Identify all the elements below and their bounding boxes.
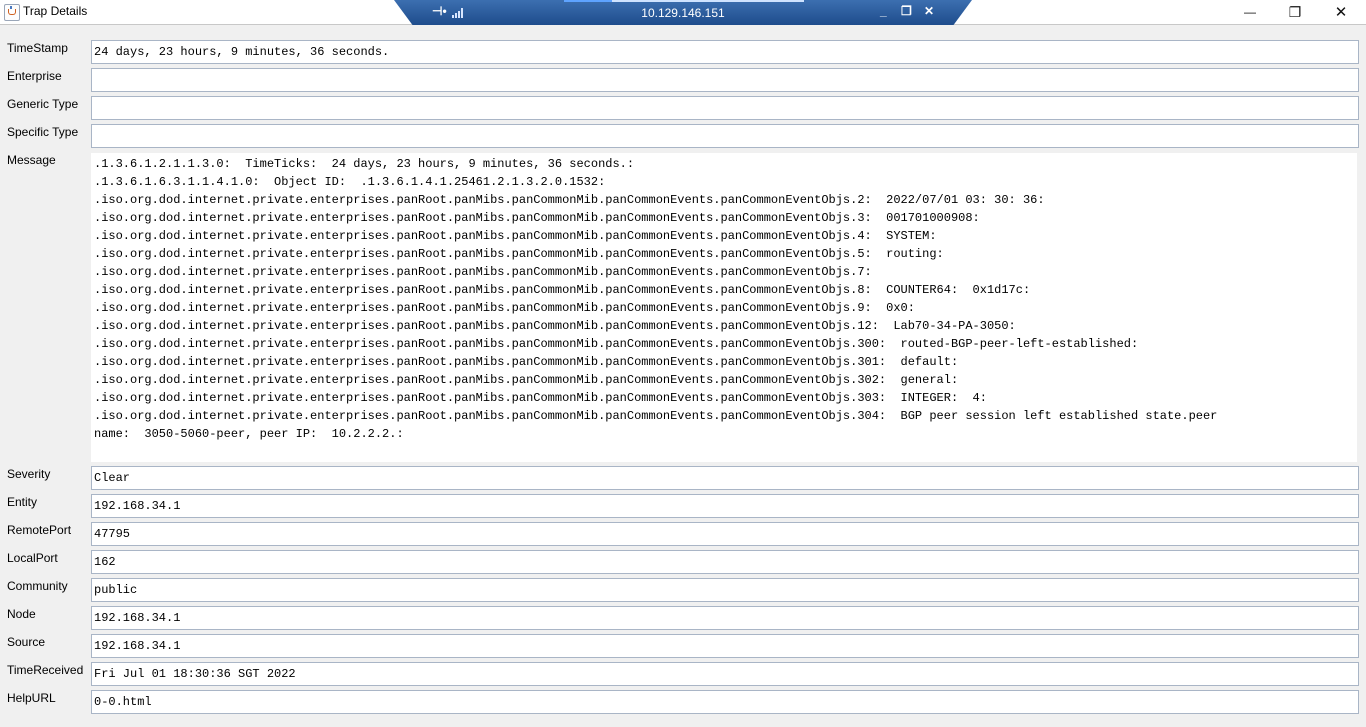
remote-port-field[interactable]: 47795	[91, 522, 1359, 546]
remote-connection-bar: ⊣• 10.129.146.151 _ ❐ ✕	[394, 0, 972, 25]
node-field[interactable]: 192.168.34.1	[91, 606, 1359, 630]
message-label: Message	[7, 153, 56, 167]
message-line: .1.3.6.1.6.3.1.1.4.1.0: Object ID: .1.3.…	[94, 175, 606, 189]
help-url-label: HelpURL	[7, 691, 56, 705]
community-label: Community	[7, 579, 68, 593]
time-received-field[interactable]: Fri Jul 01 18:30:36 SGT 2022	[91, 662, 1359, 686]
generic-type-field[interactable]	[91, 96, 1359, 120]
message-line: .iso.org.dod.internet.private.enterprise…	[94, 283, 1031, 297]
message-line: .iso.org.dod.internet.private.enterprise…	[94, 337, 1139, 351]
message-textarea[interactable]: .1.3.6.1.2.1.1.3.0: TimeTicks: 24 days, …	[91, 153, 1357, 462]
java-icon	[4, 4, 20, 21]
severity-field[interactable]: Clear	[91, 466, 1359, 490]
close-icon: ✕	[1334, 4, 1348, 21]
source-field[interactable]: 192.168.34.1	[91, 634, 1359, 658]
message-line: .iso.org.dod.internet.private.enterprise…	[94, 301, 915, 315]
timestamp-label: TimeStamp	[7, 41, 68, 55]
enterprise-field[interactable]	[91, 68, 1359, 92]
message-line: name: 3050-5060-peer, peer IP: 10.2.2.2.…	[94, 427, 404, 441]
message-line: .iso.org.dod.internet.private.enterprise…	[94, 319, 1016, 333]
minimize-icon: —	[1244, 5, 1256, 19]
entity-label: Entity	[7, 495, 38, 509]
close-button[interactable]: ✕	[1318, 0, 1364, 24]
help-url-field[interactable]: 0-0.html	[91, 690, 1359, 714]
local-port-label: LocalPort	[7, 551, 58, 565]
specific-type-field[interactable]	[91, 124, 1359, 148]
message-line: .iso.org.dod.internet.private.enterprise…	[94, 211, 980, 225]
severity-label: Severity	[7, 467, 51, 481]
node-label: Node	[7, 607, 36, 621]
generic-type-label: Generic Type	[7, 97, 79, 111]
message-line: .iso.org.dod.internet.private.enterprise…	[94, 193, 1045, 207]
message-line: .iso.org.dod.internet.private.enterprise…	[94, 391, 987, 405]
remote-minimize-icon[interactable]: _	[880, 4, 887, 18]
remote-close-icon[interactable]: ✕	[924, 4, 934, 18]
message-line: .iso.org.dod.internet.private.enterprise…	[94, 247, 944, 261]
enterprise-label: Enterprise	[7, 69, 62, 83]
window-title: Trap Details	[23, 4, 88, 18]
message-line: .iso.org.dod.internet.private.enterprise…	[94, 265, 872, 279]
remote-port-label: RemotePort	[7, 523, 72, 537]
message-line: .iso.org.dod.internet.private.enterprise…	[94, 409, 1218, 423]
restore-icon: ❐	[1288, 3, 1302, 20]
source-label: Source	[7, 635, 46, 649]
minimize-button[interactable]: —	[1227, 0, 1273, 24]
message-line: .iso.org.dod.internet.private.enterprise…	[94, 373, 959, 387]
community-field[interactable]: public	[91, 578, 1359, 602]
message-line: .iso.org.dod.internet.private.enterprise…	[94, 229, 937, 243]
local-port-field[interactable]: 162	[91, 550, 1359, 574]
entity-field[interactable]: 192.168.34.1	[91, 494, 1359, 518]
remote-restore-icon[interactable]: ❐	[901, 4, 912, 18]
message-line: .1.3.6.1.2.1.1.3.0: TimeTicks: 24 days, …	[94, 157, 635, 171]
message-line: .iso.org.dod.internet.private.enterprise…	[94, 355, 959, 369]
timestamp-field[interactable]: 24 days, 23 hours, 9 minutes, 36 seconds…	[91, 40, 1359, 64]
specific-type-label: Specific Type	[7, 125, 79, 139]
time-received-label: TimeReceived	[7, 663, 84, 677]
maximize-button[interactable]: ❐	[1272, 0, 1318, 24]
